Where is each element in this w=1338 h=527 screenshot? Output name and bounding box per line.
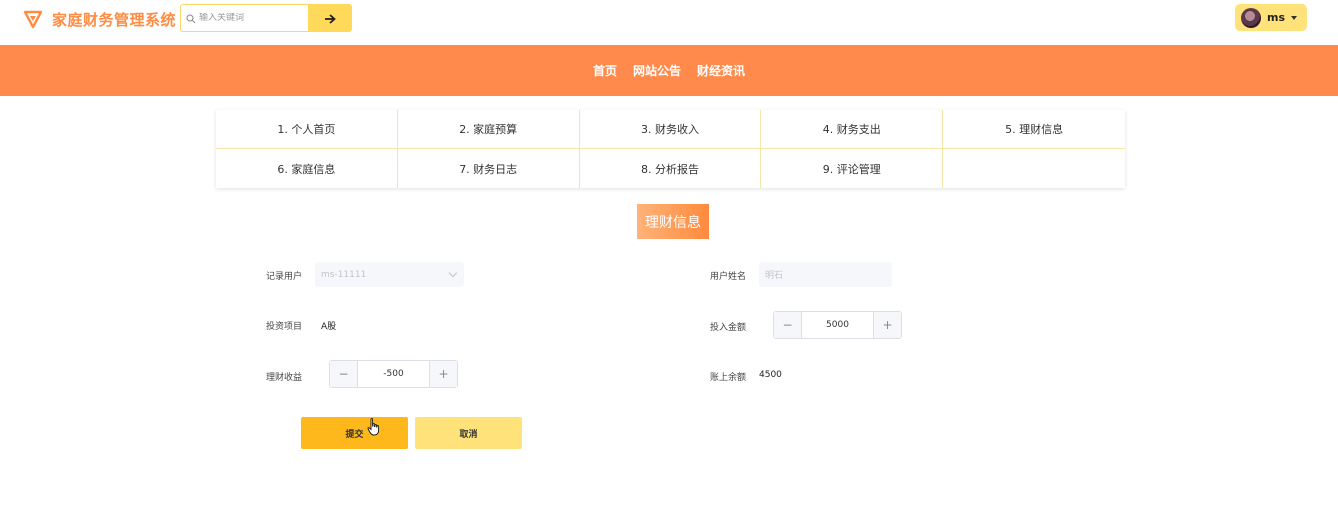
menu-item-analysis-report[interactable]: 8. 分析报告 [580,149,762,188]
nav-item-announcements[interactable]: 网站公告 [633,62,681,79]
logo-icon [22,8,44,30]
user-menu[interactable]: ms [1235,4,1307,31]
menu-item-family-budget[interactable]: 2. 家庭预算 [397,110,580,149]
record-user-select[interactable]: ms-11111 [315,262,464,287]
user-name-field[interactable]: 明石 [759,262,892,287]
search-input[interactable] [199,13,299,23]
amount-increase-button[interactable]: + [873,312,901,338]
page-title: 理财信息 [637,204,709,239]
caret-down-icon [1291,15,1298,20]
cancel-button[interactable]: 取消 [415,417,522,449]
hand-cursor-icon [367,418,380,436]
menu-item-family-info[interactable]: 6. 家庭信息 [216,149,398,188]
logo[interactable]: 家庭财务管理系统 [22,8,176,30]
avatar [1241,7,1261,28]
nav-item-finance-news[interactable]: 财经资讯 [697,62,745,79]
app-title: 家庭财务管理系统 [52,10,177,29]
amount-decrease-button[interactable]: − [774,312,802,338]
income-decrease-button[interactable]: − [330,361,358,387]
amount-stepper: − 5000 + [773,311,902,339]
chevron-down-icon [448,268,458,278]
menu-item-finance-log[interactable]: 7. 财务日志 [398,149,580,188]
search-button[interactable] [308,4,352,32]
user-name-label: 用户姓名 [710,272,747,282]
amount-input[interactable]: 5000 [802,312,873,338]
menu-item-empty [943,149,1125,188]
record-user-label: 记录用户 [266,272,303,282]
search-icon [186,9,196,28]
income-input[interactable]: -500 [358,361,429,387]
income-increase-button[interactable]: + [429,361,457,387]
user-name-value: 明石 [765,271,784,281]
income-stepper: − -500 + [329,360,458,388]
project-value: A股 [321,322,337,332]
menu-item-investment[interactable]: 5. 理财信息 [943,110,1125,149]
menu-item-income[interactable]: 3. 财务收入 [579,110,762,149]
menu-item-expense[interactable]: 4. 财务支出 [761,110,944,149]
amount-label: 投入金额 [710,323,747,333]
search-bar [180,4,352,32]
income-label: 理财收益 [266,373,303,383]
search-field[interactable] [180,4,308,32]
main-nav: 首页 网站公告 财经资讯 [0,45,1338,96]
menu-item-comment-management[interactable]: 9. 评论管理 [761,149,944,188]
balance-label: 账上余额 [710,373,747,383]
nav-item-home[interactable]: 首页 [593,62,617,79]
project-label: 投资项目 [266,322,303,332]
arrow-right-icon [324,9,336,28]
balance-value: 4500 [759,370,782,380]
menu-item-personal-home[interactable]: 1. 个人首页 [216,110,398,149]
submit-button[interactable]: 提交 [301,417,408,449]
record-user-value: ms-11111 [321,269,367,280]
user-name: ms [1267,11,1286,24]
function-menu: 1. 个人首页 2. 家庭预算 3. 财务收入 4. 财务支出 5. 理财信息 … [216,110,1125,188]
top-bar: 家庭财务管理系统 ms [0,0,1338,45]
